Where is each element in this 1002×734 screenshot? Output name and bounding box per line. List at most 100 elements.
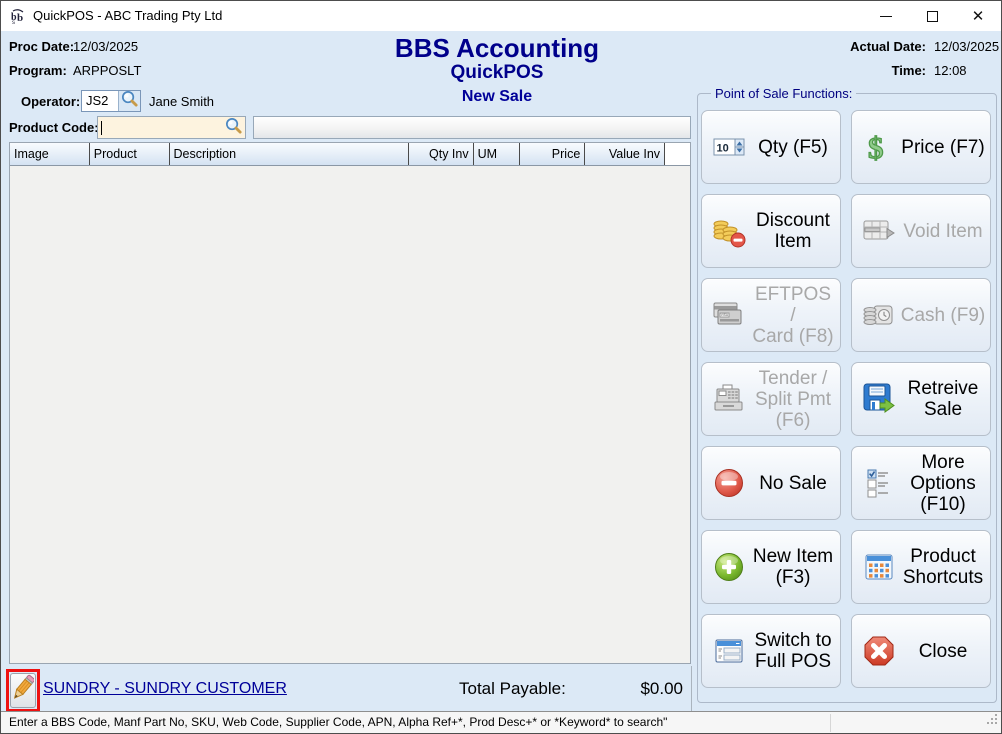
title-bar[interactable]: bsb QuickPOS - ABC Trading Pty Ltd ✕: [1, 1, 1001, 31]
pos-button-label: Close: [900, 641, 990, 662]
status-bar: Enter a BBS Code, Manf Part No, SKU, Web…: [1, 711, 1001, 733]
grid-header-row: ImageProductDescriptionQty InvUMPriceVal…: [10, 143, 690, 166]
actual-date-value: 12/03/2025: [934, 39, 999, 54]
dollar-icon: $: [858, 130, 900, 164]
maximize-button[interactable]: [909, 1, 955, 31]
proc-date-value: 12/03/2025: [73, 39, 138, 54]
minimize-icon: [880, 16, 892, 17]
qty-button[interactable]: 10Qty (F5): [701, 110, 841, 184]
customer-link[interactable]: SUNDRY - SUNDRY CUSTOMER: [43, 680, 287, 698]
maximize-icon: [927, 11, 938, 22]
pos-button-label: Void Item: [900, 221, 990, 242]
svg-text:$: $: [868, 130, 884, 164]
total-payable-value: $0.00: [561, 679, 683, 699]
pos-button-label: No Sale: [750, 473, 840, 494]
search-icon: [120, 89, 139, 113]
discount-item-button[interactable]: Discount Item: [701, 194, 841, 268]
close-button-pos[interactable]: Close: [851, 614, 991, 688]
program-value: ARPPOSLT: [73, 63, 141, 78]
plus-circle-icon: [708, 549, 750, 585]
more-options-button[interactable]: More Options (F10): [851, 446, 991, 520]
column-header-image: Image: [10, 143, 90, 165]
retrieve-sale-button[interactable]: Retreive Sale: [851, 362, 991, 436]
column-header-spacer: [665, 143, 690, 165]
window-icon: [708, 633, 750, 669]
pos-buttons-grid: 10Qty (F5) $ Price (F7) Discount Item Void I…: [701, 110, 993, 688]
operator-label: Operator:: [21, 94, 80, 109]
no-sale-button[interactable]: No Sale: [701, 446, 841, 520]
cash-coins-icon: [858, 297, 900, 333]
column-header-value-inv: Value Inv: [585, 143, 665, 165]
annotation-highlight-box: [6, 669, 40, 712]
cash-register-icon: [708, 381, 750, 417]
search-icon: [224, 116, 243, 140]
column-header-description: Description: [170, 143, 409, 165]
void-item-button[interactable]: Void Item: [851, 194, 991, 268]
status-message: Enter a BBS Code, Manf Part No, SKU, Web…: [9, 715, 667, 729]
column-header-price: Price: [520, 143, 585, 165]
pos-button-label: Tender / Split Pmt (F6): [750, 368, 840, 431]
svg-text:b: b: [17, 12, 23, 24]
column-header-qty-inv: Qty Inv: [409, 143, 474, 165]
company-title: BBS Accounting: [251, 34, 743, 62]
void-grid-icon: [858, 213, 900, 249]
time-label: Time:: [824, 63, 926, 78]
text-caret: [101, 121, 102, 135]
quickpos-window: bsb QuickPOS - ABC Trading Pty Ltd ✕ Pro…: [0, 0, 1002, 734]
actual-date-label: Actual Date:: [824, 39, 926, 54]
svg-text:s: s: [12, 20, 15, 24]
window-controls: ✕: [863, 1, 1001, 31]
pos-button-label: Product Shortcuts: [900, 546, 990, 588]
status-panel-divider: [830, 714, 831, 732]
pos-button-label: More Options (F10): [900, 452, 990, 515]
no-sale-icon: [708, 465, 750, 501]
pos-button-label: New Item (F3): [750, 546, 840, 588]
product-code-input[interactable]: [97, 116, 246, 139]
app-logo-icon: bsb: [10, 8, 26, 24]
total-payable-label: Total Payable:: [459, 679, 566, 699]
pos-functions-legend: Point of Sale Functions:: [711, 86, 856, 101]
minimize-button[interactable]: [863, 1, 909, 31]
product-code-label: Product Code:: [9, 120, 99, 135]
pos-button-label: Discount Item: [750, 210, 840, 252]
operator-field: JS2: [81, 90, 141, 112]
svg-text:10: 10: [717, 143, 729, 155]
product-description-field: [253, 116, 691, 139]
svg-text:VISA: VISA: [721, 313, 729, 317]
discount-coins-icon: [708, 213, 750, 249]
sale-items-grid: ImageProductDescriptionQty InvUMPriceVal…: [9, 142, 691, 664]
operator-search-button[interactable]: [118, 91, 140, 111]
quantity-spinner-icon: 10: [708, 130, 750, 164]
proc-date-label: Proc Date:: [9, 39, 74, 54]
page-heading: BBS Accounting QuickPOS New Sale: [251, 34, 743, 110]
new-item-button[interactable]: New Item (F3): [701, 530, 841, 604]
checklist-icon: [858, 465, 900, 501]
shortcuts-grid-icon: [858, 549, 900, 585]
footer-divider: [691, 666, 692, 711]
product-shortcuts-button[interactable]: Product Shortcuts: [851, 530, 991, 604]
product-search-button[interactable]: [224, 116, 243, 140]
app-title: QuickPOS: [251, 62, 743, 84]
mode-title: New Sale: [251, 84, 743, 110]
cash-button[interactable]: Cash (F9): [851, 278, 991, 352]
column-header-um: UM: [474, 143, 521, 165]
close-button[interactable]: ✕: [955, 1, 1001, 31]
program-label: Program:: [9, 63, 67, 78]
close-icon: ✕: [972, 9, 985, 24]
tender-split-button[interactable]: Tender / Split Pmt (F6): [701, 362, 841, 436]
eftpos-card-button[interactable]: VISA EFTPOS / Card (F8): [701, 278, 841, 352]
grid-body: [10, 166, 690, 664]
resize-grip-icon[interactable]: [986, 713, 999, 731]
pos-button-label: Switch to Full POS: [750, 630, 840, 672]
pos-button-label: EFTPOS / Card (F8): [750, 284, 840, 347]
operator-input[interactable]: JS2: [82, 91, 118, 111]
floppy-disk-icon: [858, 380, 900, 418]
price-button[interactable]: $ Price (F7): [851, 110, 991, 184]
window-title: QuickPOS - ABC Trading Pty Ltd: [33, 1, 222, 31]
pos-button-label: Cash (F9): [900, 305, 990, 326]
credit-cards-icon: VISA: [708, 297, 750, 333]
pos-button-label: Price (F7): [900, 137, 990, 158]
pos-button-label: Retreive Sale: [900, 378, 990, 420]
switch-full-pos-button[interactable]: Switch to Full POS: [701, 614, 841, 688]
time-value: 12:08: [934, 63, 967, 78]
